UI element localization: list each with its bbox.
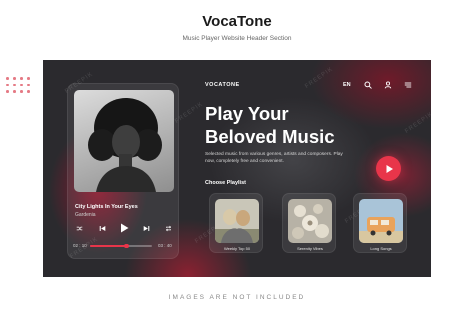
playlist-card[interactable]: Serenity Vibes: [282, 193, 336, 253]
playlist-thumbnail: [359, 199, 403, 243]
search-icon[interactable]: [362, 79, 374, 91]
time-total: 03 : 40: [158, 243, 172, 248]
now-playing-card: City Lights In Your Eyes Gardenia 02 : 1…: [67, 83, 179, 259]
playlist-name: Serenity Vibes: [297, 246, 323, 251]
playlist-thumbnail: [215, 199, 259, 243]
progress-fill: [90, 245, 127, 247]
song-artist: Gardenia: [75, 212, 96, 218]
next-icon[interactable]: [142, 224, 151, 233]
album-cover: [74, 90, 174, 192]
playlist-card[interactable]: Long Songs: [353, 193, 407, 253]
menu-icon[interactable]: [402, 79, 414, 91]
nav-brand[interactable]: VOCATONE: [205, 82, 240, 88]
repeat-icon[interactable]: [164, 224, 173, 233]
progress-knob[interactable]: [124, 243, 129, 248]
playlist-card[interactable]: Weekly Top 50: [209, 193, 263, 253]
presentation-footer: IMAGES ARE NOT INCLUDED: [168, 294, 306, 301]
previous-icon[interactable]: [98, 224, 107, 233]
playlist-name: Weekly Top 50: [223, 246, 251, 251]
play-icon[interactable]: [118, 222, 130, 234]
hero-section: FREEPIK FREEPIK FREEPIK FREEPIK FREEPIK …: [43, 60, 431, 277]
user-icon[interactable]: [382, 79, 394, 91]
presentation-subtitle: Music Player Website Header Section: [182, 35, 292, 42]
hero-headline-line2: Beloved Music: [205, 126, 335, 147]
play-icon: [386, 164, 393, 173]
decorative-dots: [6, 77, 30, 93]
playlist-name: Long Songs: [370, 246, 392, 251]
watermark: FREEPIK: [304, 66, 335, 90]
presentation-title: VocaTone: [202, 13, 272, 30]
choose-playlist-label: Choose Playlist: [205, 180, 246, 186]
hero-headline: Play Your Beloved Music: [205, 102, 335, 148]
play-button[interactable]: [376, 156, 401, 181]
watermark: FREEPIK: [404, 111, 431, 135]
song-title: City Lights In Your Eyes: [75, 204, 138, 210]
playlist-thumbnail: [288, 199, 332, 243]
language-selector[interactable]: EN: [343, 82, 351, 88]
hero-description: Selected music from various genres, arti…: [205, 152, 343, 164]
hero-headline-line1: Play Your: [205, 103, 289, 124]
presentation-canvas: VocaTone Music Player Website Header Sec…: [0, 0, 474, 315]
time-elapsed: 02 : 10: [73, 243, 87, 248]
progress-bar[interactable]: [90, 243, 152, 248]
shuffle-icon[interactable]: [75, 224, 84, 233]
